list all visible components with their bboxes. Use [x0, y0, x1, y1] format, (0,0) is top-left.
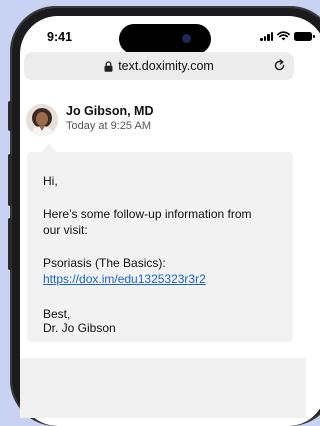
body-text-line-1: Here’s some follow-up information from [43, 207, 252, 221]
resource-title: Psoriasis (The Basics): [43, 256, 166, 270]
wifi-icon [277, 31, 290, 41]
status-icons [260, 31, 315, 41]
battery-icon [294, 31, 315, 41]
avatar [26, 104, 58, 136]
body-text-line-2: our visit: [43, 223, 88, 237]
closing-text: Best, [43, 307, 71, 321]
greeting-text: Hi, [43, 174, 58, 188]
resource-link[interactable]: https://dox.im/edu1325323r3r2 [43, 272, 206, 287]
message-bubble: Hi, Here’s some follow-up information fr… [27, 144, 293, 342]
dynamic-island [119, 24, 211, 54]
status-time: 9:41 [47, 30, 73, 44]
cellular-signal-icon [260, 31, 273, 41]
volume-up-button [8, 154, 12, 206]
reload-icon[interactable] [272, 58, 286, 72]
volume-down-button [8, 218, 12, 270]
bottom-toolbar [20, 358, 306, 418]
url-text: text.doximity.com [118, 59, 214, 73]
sender-name: Jo Gibson, MD [66, 104, 154, 118]
message-header: Jo Gibson, MD Today at 9:25 AM [24, 104, 294, 144]
camera-icon [182, 34, 191, 43]
lock-icon [104, 60, 113, 72]
sent-time: Today at 9:25 AM [66, 120, 151, 132]
address-bar[interactable]: text.doximity.com [24, 52, 294, 80]
mute-switch [8, 101, 12, 131]
signature-text: Dr. Jo Gibson [43, 321, 116, 335]
